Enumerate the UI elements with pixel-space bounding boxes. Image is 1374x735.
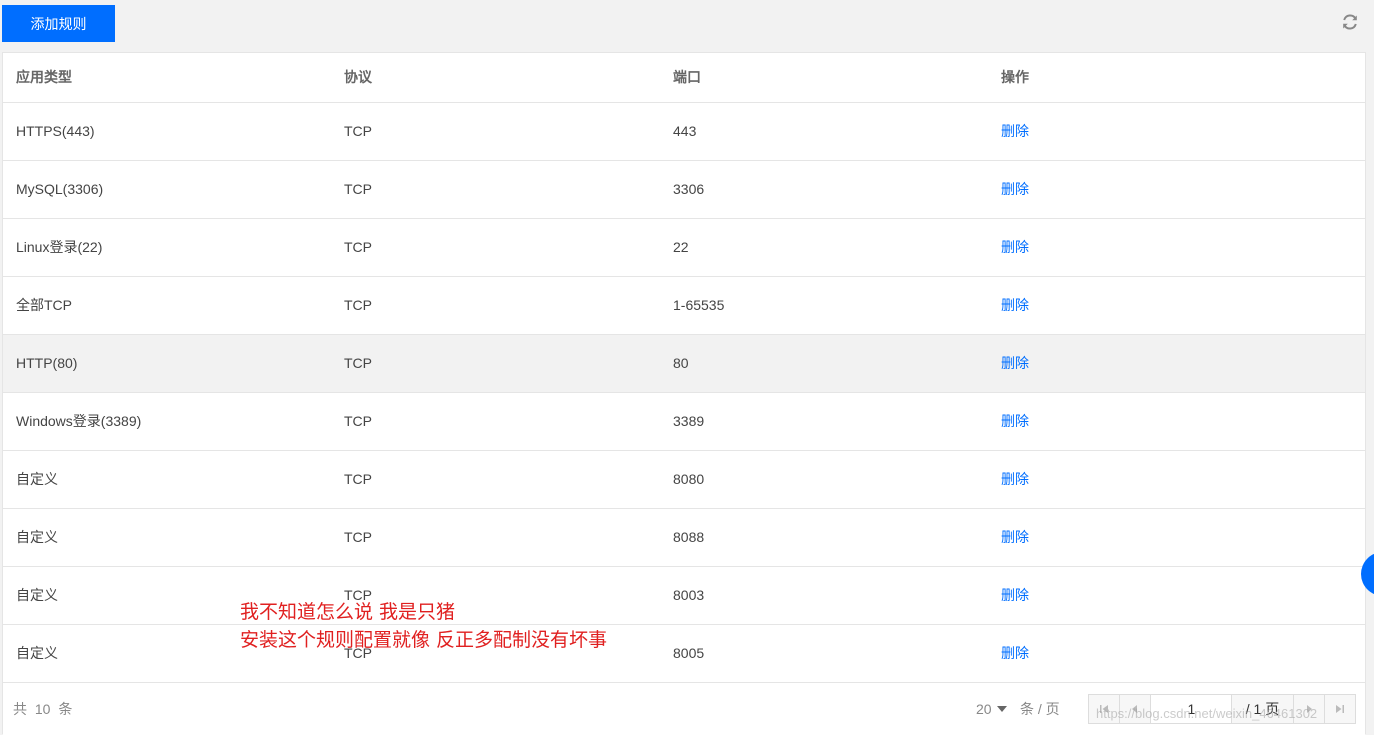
cell-app-type: 自定义	[16, 529, 58, 545]
delete-link[interactable]: 删除	[1001, 509, 1029, 566]
cell-port: 3306	[673, 181, 705, 197]
cell-app-type: 自定义	[16, 645, 58, 661]
annotation-line-2: 安装这个规则配置就像 反正多配制没有坏事	[240, 629, 608, 651]
add-rule-button[interactable]: 添加规则	[2, 5, 115, 42]
header-port: 端口	[673, 69, 701, 85]
cell-port: 8088	[673, 529, 705, 545]
rules-panel: 应用类型 协议 端口 操作 HTTPS(443) TCP 443 删除 MySQL(33…	[2, 52, 1366, 735]
cell-protocol: TCP	[344, 471, 372, 487]
table-row: 自定义 TCP 8088 删除	[3, 509, 1365, 567]
table-row: 自定义 TCP 8003 删除	[3, 567, 1365, 625]
cell-protocol: TCP	[344, 181, 372, 197]
caret-down-icon	[996, 706, 1007, 713]
delete-link[interactable]: 删除	[1001, 103, 1029, 160]
cell-protocol: TCP	[344, 297, 372, 313]
delete-link[interactable]: 删除	[1001, 335, 1029, 392]
table-row: MySQL(3306) TCP 3306 删除	[3, 161, 1365, 219]
last-page-button[interactable]	[1323, 695, 1355, 723]
cell-port: 8005	[673, 645, 705, 661]
header-protocol: 协议	[344, 69, 372, 85]
cell-port: 1-65535	[673, 297, 725, 313]
header-action: 操作	[1001, 69, 1029, 85]
delete-link[interactable]: 删除	[1001, 451, 1029, 508]
cell-port: 443	[673, 123, 697, 139]
cell-port: 3389	[673, 413, 705, 429]
cell-port: 80	[673, 355, 689, 371]
last-page-icon	[1335, 705, 1344, 713]
cell-app-type: MySQL(3306)	[16, 181, 104, 197]
cell-app-type: 自定义	[16, 471, 58, 487]
cell-port: 22	[673, 239, 689, 255]
cell-app-type: Windows登录(3389)	[16, 413, 142, 429]
delete-link[interactable]: 删除	[1001, 393, 1029, 450]
per-page-label: 条 / 页	[1020, 701, 1060, 717]
total-count: 共 10 条	[13, 701, 73, 717]
table-row: Linux登录(22) TCP 22 删除	[3, 219, 1365, 277]
watermark: https://blog.csdn.net/weixin_46461302	[1096, 706, 1318, 721]
table-row: HTTPS(443) TCP 443 删除	[3, 103, 1365, 161]
delete-link[interactable]: 删除	[1001, 625, 1029, 682]
annotation-text: 我不知道怎么说 我是只猪 安装这个规则配置就像 反正多配制没有坏事	[240, 598, 607, 654]
table-row: 全部TCP TCP 1-65535 删除	[3, 277, 1365, 335]
cell-app-type: 全部TCP	[16, 297, 72, 313]
cell-app-type: 自定义	[16, 587, 58, 603]
cell-app-type: HTTPS(443)	[16, 123, 95, 139]
cell-protocol: TCP	[344, 355, 372, 371]
page-size-value: 20	[976, 701, 992, 717]
delete-link[interactable]: 删除	[1001, 219, 1029, 276]
table-row: Windows登录(3389) TCP 3389 删除	[3, 393, 1365, 451]
delete-link[interactable]: 删除	[1001, 161, 1029, 218]
cell-protocol: TCP	[344, 413, 372, 429]
page-size-select[interactable]: 20	[976, 683, 1013, 735]
cell-port: 8080	[673, 471, 705, 487]
table-header: 应用类型 协议 端口 操作	[3, 53, 1365, 103]
table-row: HTTP(80) TCP 80 删除	[3, 335, 1365, 393]
refresh-icon[interactable]	[1340, 12, 1360, 32]
delete-link[interactable]: 删除	[1001, 567, 1029, 624]
table-row: 自定义 TCP 8080 删除	[3, 451, 1365, 509]
cell-port: 8003	[673, 587, 705, 603]
header-app-type: 应用类型	[16, 69, 72, 85]
cell-app-type: HTTP(80)	[16, 355, 78, 371]
delete-link[interactable]: 删除	[1001, 277, 1029, 334]
cell-protocol: TCP	[344, 529, 372, 545]
annotation-line-1: 我不知道怎么说 我是只猪	[240, 601, 456, 623]
cell-app-type: Linux登录(22)	[16, 239, 103, 255]
cell-protocol: TCP	[344, 123, 372, 139]
table-row: 自定义 TCP 8005 删除	[3, 625, 1365, 683]
cell-protocol: TCP	[344, 239, 372, 255]
